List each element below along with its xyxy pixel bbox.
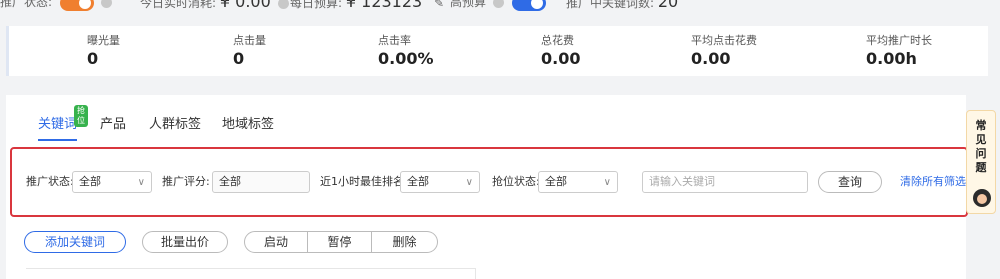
pause-button[interactable]: 暂停	[308, 231, 372, 253]
promo-status-select[interactable]: 全部 ∨	[72, 171, 152, 193]
edit-icon[interactable]: ✎	[434, 0, 444, 10]
daily-budget-label: 每日预算:	[290, 0, 343, 10]
metric-clicks: 点击量 0	[233, 34, 266, 70]
filter-promo-status-label: 推广状态:	[26, 175, 74, 188]
start-button[interactable]: 启动	[244, 231, 308, 253]
bid-badge: 抢位	[74, 105, 88, 127]
high-budget-seg: 高预算	[450, 0, 546, 12]
daily-budget-value: ¥ 123123	[345, 0, 423, 11]
tab-label: 人群标签	[149, 117, 202, 132]
select-value: 全部	[545, 175, 567, 188]
bid-status-select[interactable]: 全部 ∨	[538, 171, 618, 193]
daily-budget-seg: 每日预算: ¥ 123123 ✎	[290, 0, 444, 13]
search-placeholder: 请输入关键词	[649, 175, 715, 188]
table-header-edge	[26, 268, 476, 279]
high-budget-label: 高预算	[450, 0, 487, 9]
metric-value: 0.00h	[866, 49, 917, 68]
help-icon[interactable]	[492, 0, 504, 8]
metric-label: 平均点击花费	[691, 34, 757, 47]
keyword-search-input[interactable]: 请输入关键词	[642, 171, 808, 193]
tab-keywords[interactable]: 关键词	[38, 113, 78, 141]
tab-products[interactable]: 产品	[100, 113, 126, 132]
tab-label: 产品	[100, 117, 127, 132]
keyword-count-label: 推广中关键词数:	[566, 0, 655, 10]
tab-label: 关键词	[38, 117, 78, 132]
metric-ctr: 点击率 0.00%	[378, 34, 434, 70]
metric-impressions: 曝光量 0	[87, 34, 120, 70]
chevron-down-icon: ∨	[603, 177, 611, 188]
select-value: 全部	[79, 175, 101, 188]
filter-best-rank-label: 近1小时最佳排名:	[320, 175, 408, 188]
filter-promo-score-label: 推广评分:	[162, 175, 210, 188]
main-panel: 关键词 抢位 产品 人群标签 地域标签 推广状态: 全部 ∨ 推广评分: 全部 …	[6, 95, 968, 279]
metric-value: 0	[233, 49, 245, 68]
metric-avg-cpc: 平均点击花费 0.00	[691, 34, 757, 70]
metric-label: 曝光量	[87, 34, 120, 47]
promo-score-field[interactable]: 全部	[212, 171, 310, 193]
faq-label: 常见问题	[975, 119, 987, 174]
today-spend-seg: 今日实时消耗: ¥ 0.00	[140, 0, 289, 13]
tab-audience-tags[interactable]: 人群标签	[149, 113, 201, 132]
tab-label: 地域标签	[222, 117, 275, 132]
select-value: 全部	[407, 175, 429, 188]
metric-avg-duration: 平均推广时长 0.00h	[866, 34, 932, 70]
keyword-count-seg: 推广中关键词数: 20	[566, 0, 678, 13]
metric-total-spend: 总花费 0.00	[541, 34, 580, 70]
today-spend-label: 今日实时消耗:	[140, 0, 217, 10]
field-value: 全部	[219, 175, 241, 188]
filter-bid-status-label: 抢位状态:	[492, 175, 540, 188]
metric-value: 0	[87, 49, 99, 68]
delete-button[interactable]: 删除	[372, 231, 438, 253]
promo-status-seg: 推广状态:	[0, 0, 112, 12]
tab-region-tags[interactable]: 地域标签	[222, 113, 274, 132]
account-status-bar: 推广状态: 今日实时消耗: ¥ 0.00 每日预算: ¥ 123123 ✎ 高预…	[0, 0, 1000, 12]
keyword-count-value: 20	[657, 0, 679, 11]
support-avatar-icon	[973, 189, 991, 207]
filter-row: 推广状态: 全部 ∨ 推广评分: 全部 近1小时最佳排名: 全部 ∨ 抢位状态:…	[10, 147, 968, 217]
metric-label: 总花费	[541, 34, 574, 47]
metric-value: 0.00%	[378, 49, 434, 68]
add-keyword-button[interactable]: 添加关键词	[24, 231, 126, 253]
metrics-card: 曝光量 0 点击量 0 点击率 0.00% 总花费 0.00 平均点击花费 0.…	[6, 26, 988, 76]
help-icon[interactable]	[100, 0, 112, 8]
best-rank-select[interactable]: 全部 ∨	[400, 171, 480, 193]
batch-bid-button[interactable]: 批量出价	[142, 231, 228, 253]
clear-filters-link[interactable]: 清除所有筛选	[900, 171, 966, 193]
metric-value: 0.00	[691, 49, 731, 68]
promo-status-label: 推广状态:	[0, 0, 53, 9]
metric-label: 点击率	[378, 34, 411, 47]
metric-value: 0.00	[541, 49, 581, 68]
high-budget-toggle[interactable]	[511, 0, 546, 11]
faq-widget[interactable]: 常见问题	[966, 110, 996, 214]
metric-label: 点击量	[233, 34, 266, 47]
metric-label: 平均推广时长	[866, 34, 932, 47]
help-icon[interactable]	[277, 0, 289, 9]
promo-status-toggle[interactable]	[59, 0, 94, 11]
today-spend-value: ¥ 0.00	[219, 0, 271, 11]
query-button[interactable]: 查询	[818, 171, 882, 193]
chevron-down-icon: ∨	[137, 177, 145, 188]
chevron-down-icon: ∨	[465, 177, 473, 188]
